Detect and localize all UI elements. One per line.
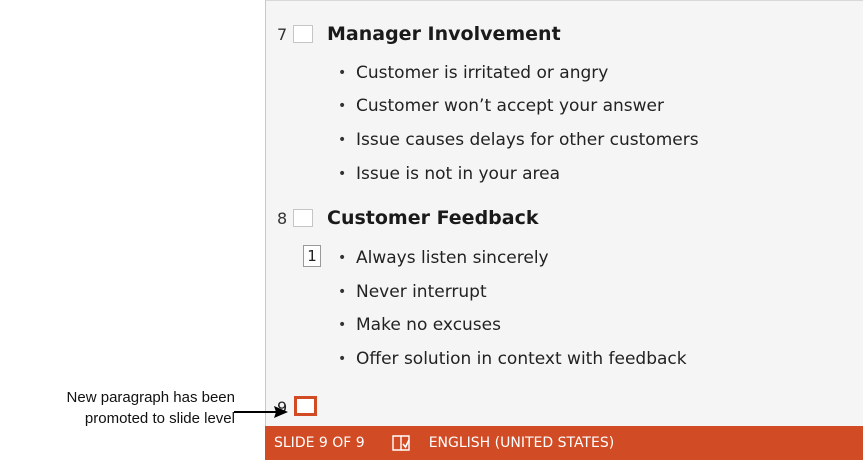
bullet-dot-icon: • (338, 317, 347, 333)
slide-number: 7 (277, 24, 288, 44)
slide-thumbnail-icon[interactable] (293, 209, 313, 227)
callout-line-1: New paragraph has been (66, 389, 235, 406)
bullet-dot-icon: • (338, 65, 347, 81)
bullet-item[interactable]: • Never interrupt (338, 282, 487, 302)
bullet-dot-icon: • (338, 250, 347, 266)
outline-level-marker: 1 (303, 245, 321, 267)
callout-text: New paragraph has been promoted to slide… (0, 387, 235, 429)
slide-number: 8 (277, 208, 288, 228)
bullet-item[interactable]: • Issue is not in your area (338, 164, 560, 184)
bullet-dot-icon: • (338, 284, 347, 300)
outline-slide-7[interactable]: 7 Manager Involvement (277, 22, 561, 46)
bullet-dot-icon: • (338, 132, 347, 148)
bullet-item[interactable]: • Customer won’t accept your answer (338, 96, 664, 116)
bullet-item[interactable]: • Issue causes delays for other customers (338, 130, 699, 150)
bullet-item[interactable]: • Always listen sincerely (338, 248, 549, 268)
notes-icon[interactable] (391, 434, 411, 452)
status-bar: SLIDE 9 OF 9 ENGLISH (UNITED STATES) (265, 426, 863, 460)
outline-slide-8[interactable]: 8 Customer Feedback (277, 206, 539, 230)
bullet-dot-icon: • (338, 351, 347, 367)
bullet-dot-icon: • (338, 166, 347, 182)
callout-line-2: promoted to slide level (84, 410, 235, 427)
slide-title[interactable]: Manager Involvement (327, 23, 561, 45)
bullet-item[interactable]: • Customer is irritated or angry (338, 63, 608, 83)
bullet-item[interactable]: • Make no excuses (338, 315, 501, 335)
new-slide-thumbnail-icon[interactable] (294, 396, 317, 416)
language-indicator[interactable]: ENGLISH (UNITED STATES) (429, 435, 615, 451)
slide-indicator[interactable]: SLIDE 9 OF 9 (274, 435, 365, 451)
bullet-dot-icon: • (338, 98, 347, 114)
slide-title[interactable]: Customer Feedback (327, 207, 539, 229)
callout-arrow-icon (234, 406, 288, 418)
slide-thumbnail-icon[interactable] (293, 25, 313, 43)
bullet-item[interactable]: • Offer solution in context with feedback (338, 349, 687, 369)
